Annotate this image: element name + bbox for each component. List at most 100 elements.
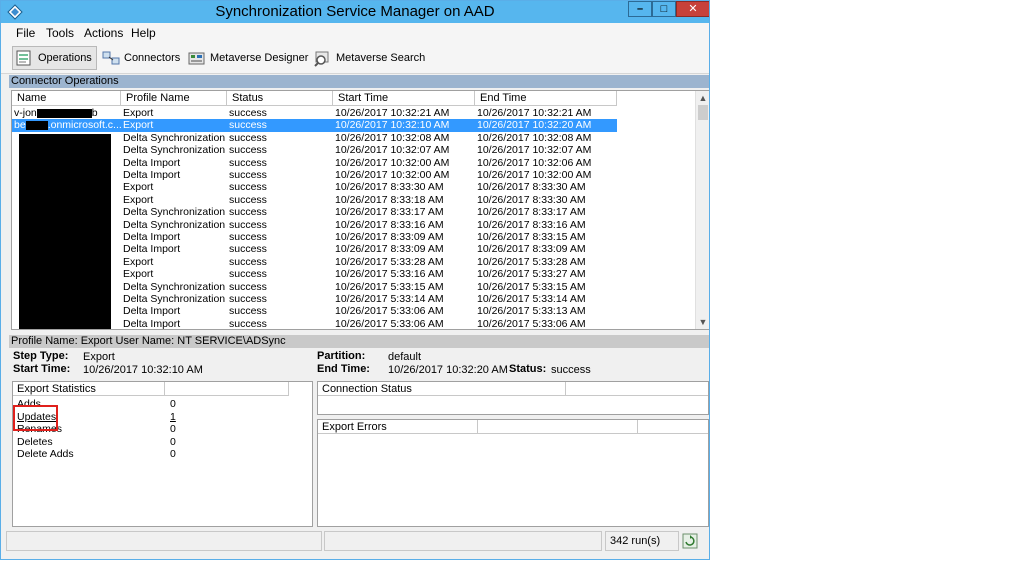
connection-status-extra-header [566, 382, 708, 396]
table-row[interactable]: Delta Synchronization success 10/26/2017 1… [12, 132, 697, 145]
cell-start-time: 10/26/2017 8:33:09 AM [335, 231, 444, 243]
table-row[interactable]: Delta Synchronization success 10/26/2017 5… [12, 293, 697, 306]
cell-end-time: 10/26/2017 5:33:14 AM [477, 293, 586, 305]
column-header-profile-name[interactable]: Profile Name [121, 91, 227, 106]
table-row[interactable]: Delta Import success 10/26/2017 8:33:09 AM… [12, 231, 697, 244]
cell-status: success [229, 293, 267, 305]
menu-bar: File Tools Actions Help [1, 23, 709, 43]
step-type-value: Export [83, 351, 115, 363]
cell-status: success [229, 144, 267, 157]
name-text-tail: .onmicrosoft.c... [47, 119, 121, 132]
close-button[interactable]: ✕ [676, 1, 709, 17]
scroll-up-arrow-icon[interactable]: ▲ [696, 91, 709, 105]
metaverse-search-button[interactable]: Metaverse Search [313, 46, 425, 70]
table-row[interactable]: v-jon b Export success 10/26/2017 10:32:21 A… [12, 107, 697, 120]
status-value: success [551, 364, 591, 376]
export-errors-col3-header [638, 420, 708, 434]
maximize-button[interactable]: □ [652, 1, 676, 17]
menu-actions[interactable]: Actions [84, 26, 123, 40]
connection-status-header: Connection Status [318, 382, 566, 396]
statistic-value: 0 [170, 423, 176, 436]
cell-start-time: 10/26/2017 5:33:06 AM [335, 317, 444, 330]
column-header-name[interactable]: Name [12, 91, 121, 106]
cell-status: success [229, 169, 267, 181]
cell-start-time: 10/26/2017 8:33:17 AM [335, 206, 444, 219]
cell-profile-name: Export [123, 181, 154, 194]
column-header-status[interactable]: Status [227, 91, 333, 106]
export-statistics-header: Export Statistics [13, 382, 165, 396]
cell-status: success [229, 218, 267, 231]
operations-icon [16, 50, 31, 66]
menu-file[interactable]: File [16, 26, 35, 40]
table-row[interactable]: Delta Import success 10/26/2017 5:33:06 AM… [12, 317, 697, 330]
table-row[interactable]: Delta Import success 10/26/2017 10:32:00 A… [12, 169, 697, 182]
runs-count: 342 run(s) [605, 531, 679, 551]
operations-table: Name Profile Name Status Start Time End … [11, 90, 709, 330]
scroll-down-arrow-icon[interactable]: ▼ [696, 315, 709, 329]
cell-status: success [229, 280, 267, 293]
export-errors-panel: Export Errors [317, 419, 709, 527]
scroll-thumb[interactable] [698, 105, 708, 120]
table-row[interactable]: be .onmicrosoft.c... Export success 10/26/20… [12, 119, 697, 132]
table-row[interactable]: Export success 10/26/2017 8:33:18 AM 10/26/… [12, 194, 697, 207]
cell-profile-name: Export [123, 193, 154, 206]
statistic-value: 0 [170, 435, 176, 448]
cell-profile-name: Delta Synchronization [123, 280, 226, 293]
operations-button[interactable]: Operations [12, 46, 97, 70]
cell-status: success [229, 181, 267, 194]
operations-scrollbar[interactable]: ▲ ▼ [695, 91, 709, 329]
table-row[interactable]: Delta Synchronization success 10/26/2017 5… [12, 281, 697, 294]
refresh-status-icon[interactable] [682, 533, 698, 549]
cell-end-time: 10/26/2017 8:33:15 AM [477, 231, 586, 243]
column-header-end-time[interactable]: End Time [475, 91, 617, 106]
cell-profile-name: Delta Import [123, 169, 181, 181]
connectors-button[interactable]: Connectors [101, 46, 180, 70]
statistic-value[interactable]: 1 [170, 411, 176, 424]
metaverse-designer-button[interactable]: Metaverse Designer [187, 46, 308, 70]
title-bar: Synchronization Service Manager on AAD –… [1, 1, 709, 23]
start-time-value: 10/26/2017 10:32:10 AM [83, 364, 203, 376]
cell-start-time: 10/26/2017 8:33:09 AM [335, 243, 444, 256]
redaction-block [19, 134, 111, 329]
cell-profile-name: Delta Synchronization [123, 131, 226, 144]
cell-end-time: 10/26/2017 5:33:13 AM [477, 305, 586, 318]
metaverse-search-icon [314, 51, 329, 67]
cell-profile-name: Delta Import [123, 243, 181, 256]
table-row[interactable]: Delta Import success 10/26/2017 8:33:09 AM… [12, 243, 697, 256]
statistic-row[interactable]: Delete Adds 0 [13, 448, 293, 461]
table-row[interactable]: Export success 10/26/2017 5:33:16 AM 10/26/… [12, 268, 697, 281]
cell-end-time: 10/26/2017 8:33:30 AM [477, 193, 586, 206]
cell-status: success [229, 231, 267, 243]
cell-start-time: 10/26/2017 8:33:16 AM [335, 218, 444, 231]
table-row[interactable]: Delta Import success 10/26/2017 5:33:06 AM… [12, 305, 697, 318]
cell-end-time: 10/26/2017 5:33:15 AM [477, 280, 586, 293]
cell-profile-name: Export [121, 119, 227, 132]
table-row[interactable]: Delta Synchronization success 10/26/2017 8… [12, 206, 697, 219]
cell-profile-name: Export [123, 107, 154, 119]
statusbar-middle [324, 531, 602, 551]
cell-profile-name: Delta Synchronization [123, 218, 226, 231]
table-row[interactable]: Export success 10/26/2017 5:33:28 AM 10/26/… [12, 256, 697, 269]
statistic-row[interactable]: Deletes 0 [13, 436, 293, 449]
table-row[interactable]: Delta Synchronization success 10/26/2017 8… [12, 219, 697, 232]
window-title: Synchronization Service Manager on AAD [215, 3, 495, 20]
export-errors-header: Export Errors [318, 420, 478, 434]
end-time-value: 10/26/2017 10:32:20 AM [388, 364, 508, 376]
table-row[interactable]: Delta Synchronization success 10/26/2017 1… [12, 144, 697, 157]
cell-profile-name: Delta Synchronization [123, 293, 226, 305]
cell-name: be .onmicrosoft.c... [12, 119, 121, 132]
cell-start-time: 10/26/2017 5:33:14 AM [335, 293, 444, 305]
menu-tools[interactable]: Tools [46, 26, 74, 40]
cell-start-time: 10/26/2017 10:32:00 AM [335, 156, 450, 169]
start-time-label: Start Time: [13, 363, 71, 375]
minimize-button[interactable]: – [628, 1, 652, 17]
name-text-tail: b [91, 107, 98, 119]
status-label: Status: [509, 363, 547, 375]
table-row[interactable]: Delta Import success 10/26/2017 10:32:00 A… [12, 157, 697, 170]
menu-help[interactable]: Help [131, 26, 156, 40]
cell-profile-name: Export [123, 255, 154, 268]
table-row[interactable]: Export success 10/26/2017 8:33:30 AM 10/26/… [12, 181, 697, 194]
statistic-label: Delete Adds [17, 448, 74, 461]
column-header-start-time[interactable]: Start Time [333, 91, 475, 106]
cell-profile-name: Delta Import [123, 156, 181, 169]
